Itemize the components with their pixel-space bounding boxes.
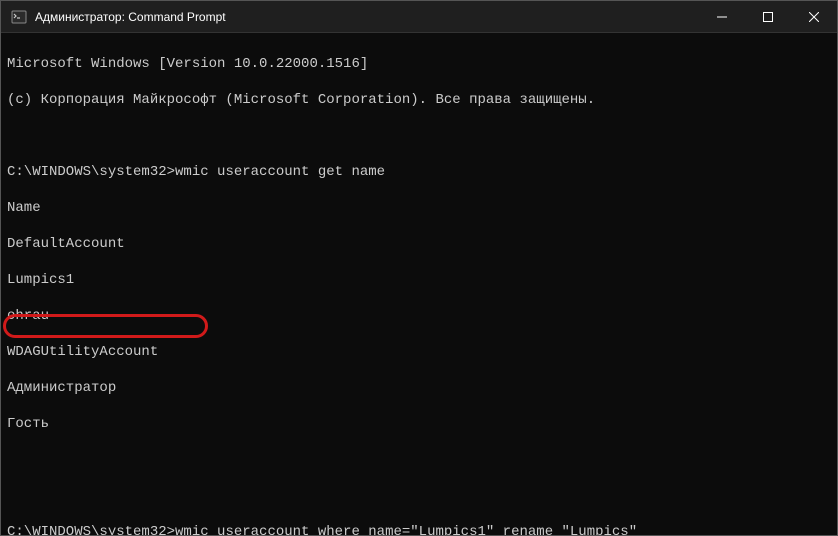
close-button[interactable]	[791, 1, 837, 32]
titlebar-buttons	[699, 1, 837, 32]
prompt: C:\WINDOWS\system32>	[7, 164, 175, 180]
output-line: Гость	[7, 415, 831, 433]
output-line: ohrau	[7, 307, 831, 325]
minimize-button[interactable]	[699, 1, 745, 32]
command-text: wmic useraccount where name="Lumpics1" r…	[175, 524, 637, 535]
output-line: DefaultAccount	[7, 235, 831, 253]
output-line	[7, 451, 831, 469]
output-line: WDAGUtilityAccount	[7, 343, 831, 361]
output-line: Lumpics1	[7, 271, 831, 289]
prompt-line: C:\WINDOWS\system32>wmic useraccount get…	[7, 163, 831, 181]
titlebar-title: Администратор: Command Prompt	[35, 10, 226, 24]
command-prompt-window: Администратор: Command Prompt Microsoft …	[0, 0, 838, 536]
output-line	[7, 487, 831, 505]
output-line	[7, 127, 831, 145]
maximize-button[interactable]	[745, 1, 791, 32]
output-line: (c) Корпорация Майкрософт (Microsoft Cor…	[7, 91, 831, 109]
output-line: Name	[7, 199, 831, 217]
output-line: Microsoft Windows [Version 10.0.22000.15…	[7, 55, 831, 73]
command-text: wmic useraccount get name	[175, 164, 385, 180]
output-line: Администратор	[7, 379, 831, 397]
cmd-icon	[11, 9, 27, 25]
prompt: C:\WINDOWS\system32>	[7, 524, 175, 535]
terminal-output[interactable]: Microsoft Windows [Version 10.0.22000.15…	[1, 33, 837, 535]
prompt-line: C:\WINDOWS\system32>wmic useraccount whe…	[7, 523, 831, 535]
titlebar[interactable]: Администратор: Command Prompt	[1, 1, 837, 33]
